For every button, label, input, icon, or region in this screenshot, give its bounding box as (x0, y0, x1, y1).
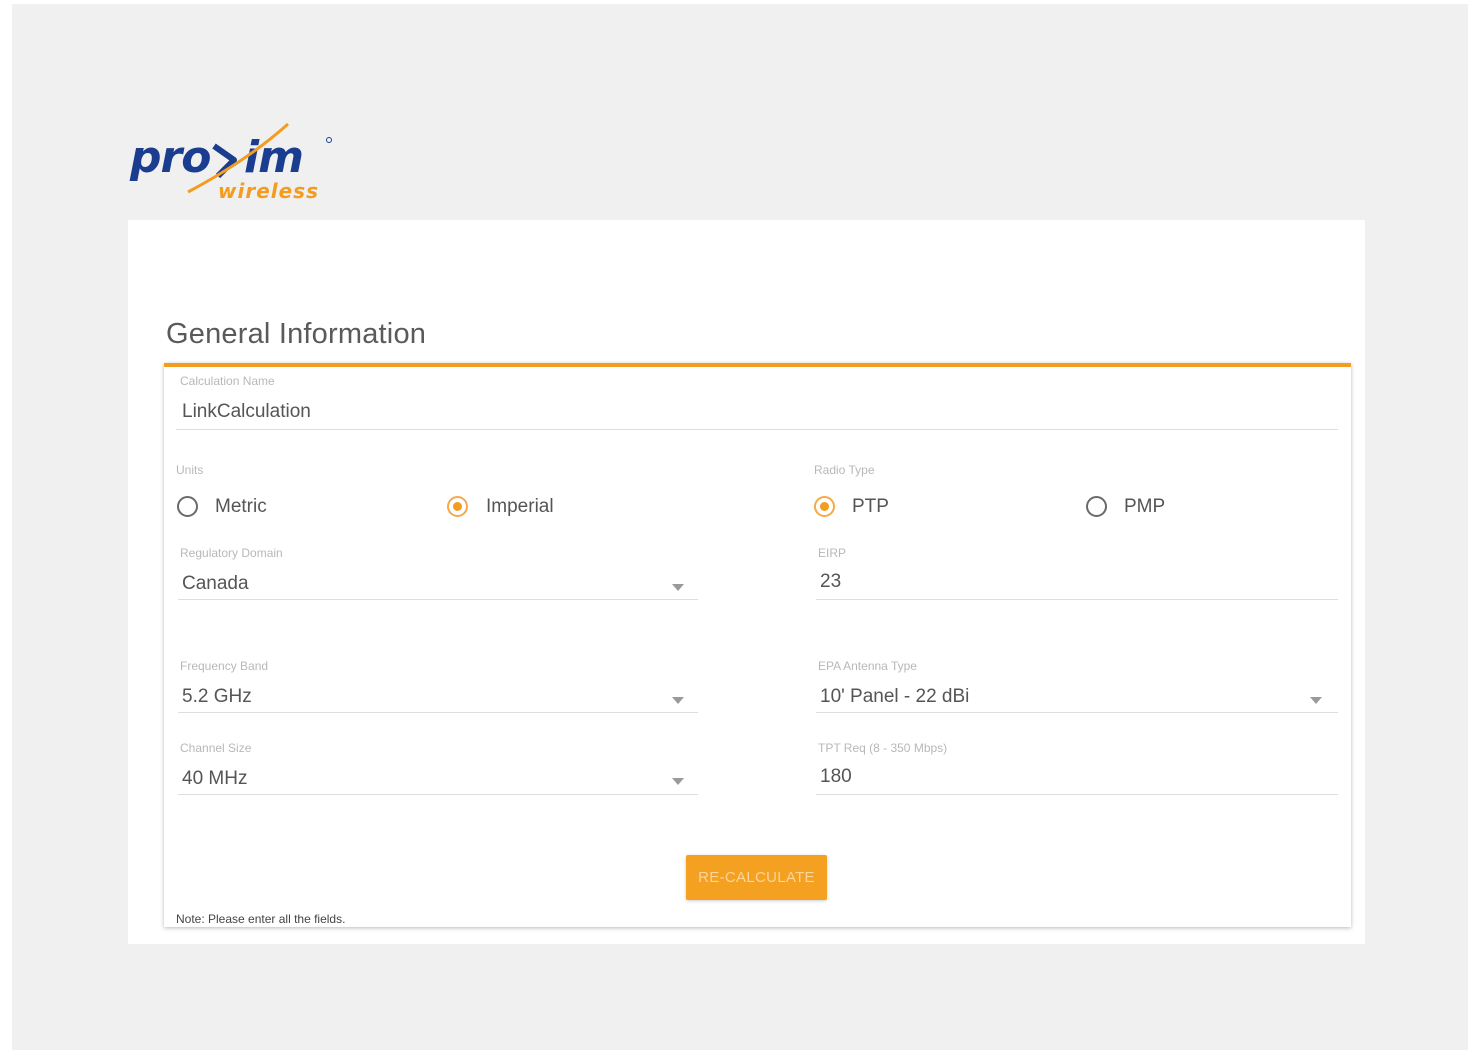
calculation-name-underline (176, 429, 1338, 430)
regulatory-domain-underline (178, 599, 698, 600)
frequency-band-select[interactable]: Frequency Band 5.2 GHz (178, 656, 698, 716)
ptp-radio[interactable] (814, 496, 835, 517)
proxim-logo: pro im wireless (128, 120, 338, 204)
epa-antenna-type-select[interactable]: EPA Antenna Type 10' Panel - 22 dBi (816, 656, 1338, 716)
epa-antenna-type-value[interactable]: 10' Panel - 22 dBi (820, 686, 969, 708)
regulatory-domain-select[interactable]: Regulatory Domain Canada (178, 543, 698, 603)
frequency-band-label: Frequency Band (180, 659, 269, 673)
calculation-name-field[interactable]: Calculation Name LinkCalculation (176, 371, 1338, 431)
channel-size-underline (178, 794, 698, 795)
svg-text:wireless: wireless (218, 179, 319, 203)
tpt-req-underline (816, 794, 1338, 795)
general-information-form: Calculation Name LinkCalculation Units M… (164, 363, 1351, 927)
chevron-down-icon[interactable] (1310, 697, 1322, 704)
pmp-radio[interactable] (1086, 496, 1107, 517)
regulatory-domain-value[interactable]: Canada (182, 573, 249, 595)
tpt-req-input[interactable]: 180 (820, 766, 852, 788)
epa-antenna-type-label: EPA Antenna Type (818, 659, 917, 673)
frequency-band-value[interactable]: 5.2 GHz (182, 686, 252, 708)
epa-antenna-type-underline (816, 712, 1338, 713)
eirp-field[interactable]: EIRP 23 (816, 543, 1338, 603)
calculation-name-input[interactable]: LinkCalculation (182, 401, 311, 423)
ptp-label[interactable]: PTP (852, 496, 889, 518)
frequency-band-underline (178, 712, 698, 713)
eirp-label: EIRP (818, 546, 847, 560)
channel-size-value[interactable]: 40 MHz (182, 768, 247, 790)
radio-type-label: Radio Type (814, 463, 875, 477)
eirp-input[interactable]: 23 (820, 571, 841, 593)
form-note: Note: Please enter all the fields. (176, 912, 346, 926)
tpt-req-field[interactable]: TPT Req (8 - 350 Mbps) 180 (816, 738, 1338, 798)
pmp-label[interactable]: PMP (1124, 496, 1165, 518)
svg-text:im: im (244, 132, 303, 183)
eirp-underline (816, 599, 1338, 600)
calculation-name-label: Calculation Name (180, 374, 275, 388)
svg-text:pro: pro (129, 132, 210, 183)
channel-size-select[interactable]: Channel Size 40 MHz (178, 738, 698, 798)
chevron-down-icon[interactable] (672, 697, 684, 704)
imperial-label[interactable]: Imperial (486, 496, 554, 518)
tpt-req-label: TPT Req (8 - 350 Mbps) (818, 741, 948, 755)
imperial-radio[interactable] (447, 496, 468, 517)
units-label: Units (176, 463, 204, 477)
metric-radio[interactable] (177, 496, 198, 517)
regulatory-domain-label: Regulatory Domain (180, 546, 283, 560)
metric-label[interactable]: Metric (215, 496, 267, 518)
recalculate-button[interactable]: RE-CALCULATE (686, 855, 827, 900)
chevron-down-icon[interactable] (672, 778, 684, 785)
section-title: General Information (166, 318, 427, 350)
channel-size-label: Channel Size (180, 741, 252, 755)
chevron-down-icon[interactable] (672, 584, 684, 591)
